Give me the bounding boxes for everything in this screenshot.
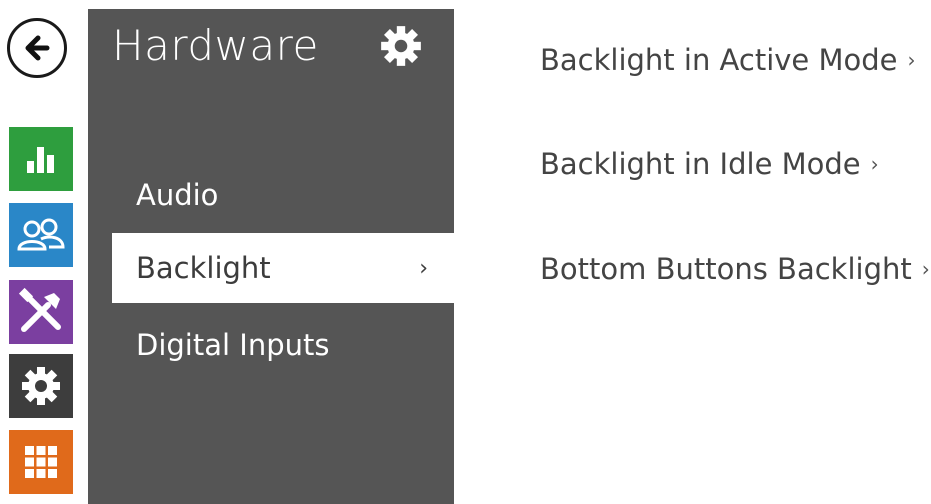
back-button[interactable] [7,18,67,78]
tools-icon [18,287,61,332]
nav-services-tile[interactable] [9,280,73,344]
arrow-left-icon [25,35,50,61]
bar-chart-icon [27,147,54,173]
link-backlight-idle-mode[interactable]: Backlight in Idle Mode › [540,147,879,181]
nav-status-tile[interactable] [9,127,73,191]
nav-directory-tile[interactable] [9,203,73,267]
menu-item-digital-inputs[interactable]: Digital Inputs [88,310,454,380]
nav-hardware-tile[interactable] [9,354,73,418]
chevron-right-icon: › [921,257,930,281]
menu-item-backlight[interactable]: Backlight › [112,233,454,303]
menu-item-audio[interactable]: Audio [88,160,454,230]
gear-icon [378,23,424,73]
link-label: Backlight in Idle Mode [540,147,861,181]
nav-system-tile[interactable] [9,430,73,494]
chevron-right-icon: › [907,48,916,72]
gear-icon [22,367,60,405]
link-label: Backlight in Active Mode [540,43,898,77]
chevron-right-icon: › [870,152,879,176]
link-backlight-active-mode[interactable]: Backlight in Active Mode › [540,43,916,77]
link-label: Bottom Buttons Backlight [540,252,912,286]
panel-title: Hardware [112,21,319,70]
chevron-right-icon: › [419,255,428,281]
hardware-panel: Hardware Audio Backlight › Digital Input… [88,9,454,504]
grid-icon [25,446,57,478]
menu-item-label: Digital Inputs [136,328,330,362]
menu-item-label: Backlight [136,251,271,285]
link-bottom-buttons-backlight[interactable]: Bottom Buttons Backlight › [540,252,930,286]
menu-item-label: Audio [136,178,219,212]
users-icon [17,218,65,251]
